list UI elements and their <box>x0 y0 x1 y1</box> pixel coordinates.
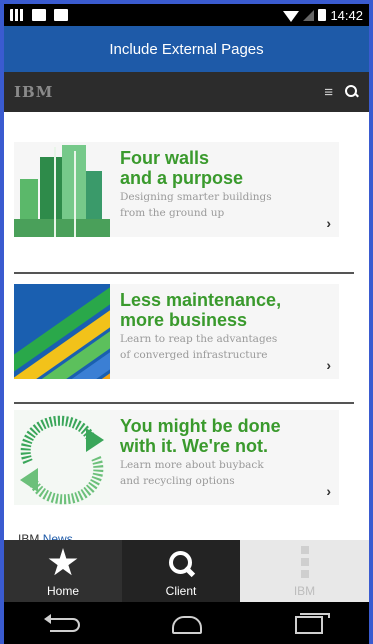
promo-subtitle: Learn to reap the advantages <box>120 333 278 345</box>
promo-card-buildings[interactable]: Four walls and a purpose Designing smart… <box>14 142 339 237</box>
recycling-illustration <box>14 410 110 505</box>
tab-label: Client <box>165 584 197 598</box>
content-area[interactable]: Four walls and a purpose Designing smart… <box>4 112 369 540</box>
back-icon[interactable] <box>44 614 81 632</box>
news-label: News <box>42 532 73 540</box>
more-icon <box>300 546 309 578</box>
promo-title: You might be done <box>120 416 281 436</box>
status-bar: 14:42 <box>4 4 369 26</box>
battery-icon <box>318 9 327 21</box>
chevron-right-icon[interactable]: › <box>326 357 331 373</box>
store-icon <box>32 9 46 21</box>
chevron-right-icon[interactable]: › <box>326 483 331 499</box>
chevron-right-icon[interactable]: › <box>326 215 331 231</box>
notification-icon <box>10 9 24 21</box>
device-frame: 14:42 Include External Pages IBM ≡ Four <box>0 0 373 644</box>
recycle-arrows-icon <box>20 415 104 505</box>
promo-card-recycling[interactable]: You might be done with it. We're not. Le… <box>14 410 339 505</box>
promo-title: more business <box>120 310 248 330</box>
recent-apps-icon[interactable] <box>294 613 330 634</box>
menu-icon[interactable]: ≡ <box>324 84 333 101</box>
promo-subtitle: from the ground up <box>120 207 225 219</box>
wifi-icon <box>283 10 300 22</box>
promo-subtitle: Designing smarter buildings <box>120 191 272 203</box>
promo-title: Less maintenance, <box>120 290 282 310</box>
news-brand: IBM <box>18 532 40 540</box>
star-icon <box>48 548 78 576</box>
buildings-illustration <box>14 142 110 237</box>
promo-subtitle: Learn more about buyback <box>120 459 264 471</box>
signal-icon <box>303 9 315 21</box>
search-icon <box>167 550 195 578</box>
home-icon[interactable] <box>172 616 203 634</box>
promo-title: Four walls <box>120 148 210 168</box>
search-icon[interactable] <box>345 85 359 99</box>
download-icon <box>54 9 68 21</box>
tab-label: Home <box>46 584 79 598</box>
tab-label: IBM <box>293 584 316 598</box>
promo-subtitle: of converged infrastructure <box>120 349 268 361</box>
status-time: 14:42 <box>330 7 363 23</box>
tab-bar: Home Client IBM <box>4 540 369 602</box>
page-title: Include External Pages <box>109 40 264 58</box>
promo-subtitle: and recycling options <box>120 475 235 487</box>
infrastructure-illustration <box>14 284 110 379</box>
system-nav-bar <box>4 602 369 644</box>
news-link[interactable]: IBM News <box>18 532 73 540</box>
ibm-logo[interactable]: IBM <box>14 83 53 101</box>
promo-card-maintenance[interactable]: Less maintenance, more business Learn to… <box>14 284 339 379</box>
ibm-header: IBM ≡ <box>4 72 369 112</box>
promo-title: with it. We're not. <box>120 436 268 456</box>
tab-home[interactable]: Home <box>4 540 122 602</box>
promo-title: and a purpose <box>120 168 244 188</box>
divider <box>14 402 354 404</box>
divider <box>14 272 354 274</box>
tab-ibm[interactable]: IBM <box>240 540 369 602</box>
title-bar: Include External Pages <box>4 26 369 72</box>
tab-client[interactable]: Client <box>122 540 240 602</box>
